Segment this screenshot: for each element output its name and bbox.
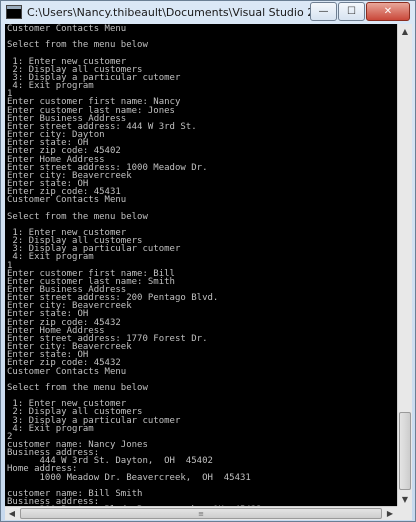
vertical-scrollbar[interactable]: ▲ ▼ [397, 24, 412, 506]
caption-buttons: — ☐ ✕ [309, 2, 410, 21]
scroll-grip-icon: ≡ [198, 509, 204, 518]
minimize-icon: — [318, 6, 329, 17]
minimize-button[interactable]: — [310, 2, 337, 21]
close-icon: ✕ [383, 6, 393, 17]
console-app-icon [6, 5, 22, 19]
maximize-button[interactable]: ☐ [338, 2, 365, 21]
maximize-icon: ☐ [347, 6, 356, 17]
scroll-left-arrow-icon[interactable]: ◀ [5, 507, 19, 520]
console-output[interactable]: Customer Contacts Menu Select from the m… [5, 24, 397, 506]
window-title: C:\Users\Nancy.thibeault\Documents\Visua… [27, 5, 317, 19]
title-bar[interactable]: C:\Users\Nancy.thibeault\Documents\Visua… [1, 1, 415, 23]
console-window: C:\Users\Nancy.thibeault\Documents\Visua… [0, 0, 416, 522]
vertical-scroll-thumb[interactable] [399, 412, 411, 490]
horizontal-scrollbar[interactable]: ◀ ≡ ▶ [5, 506, 397, 520]
scroll-right-arrow-icon[interactable]: ▶ [383, 507, 397, 520]
console-text: Customer Contacts Menu Select from the m… [7, 24, 262, 506]
horizontal-scroll-thumb[interactable]: ≡ [20, 508, 382, 519]
scroll-up-arrow-icon[interactable]: ▲ [398, 24, 412, 38]
close-button[interactable]: ✕ [366, 2, 410, 21]
scrollbar-corner [397, 506, 412, 520]
scroll-down-arrow-icon[interactable]: ▼ [398, 492, 412, 506]
